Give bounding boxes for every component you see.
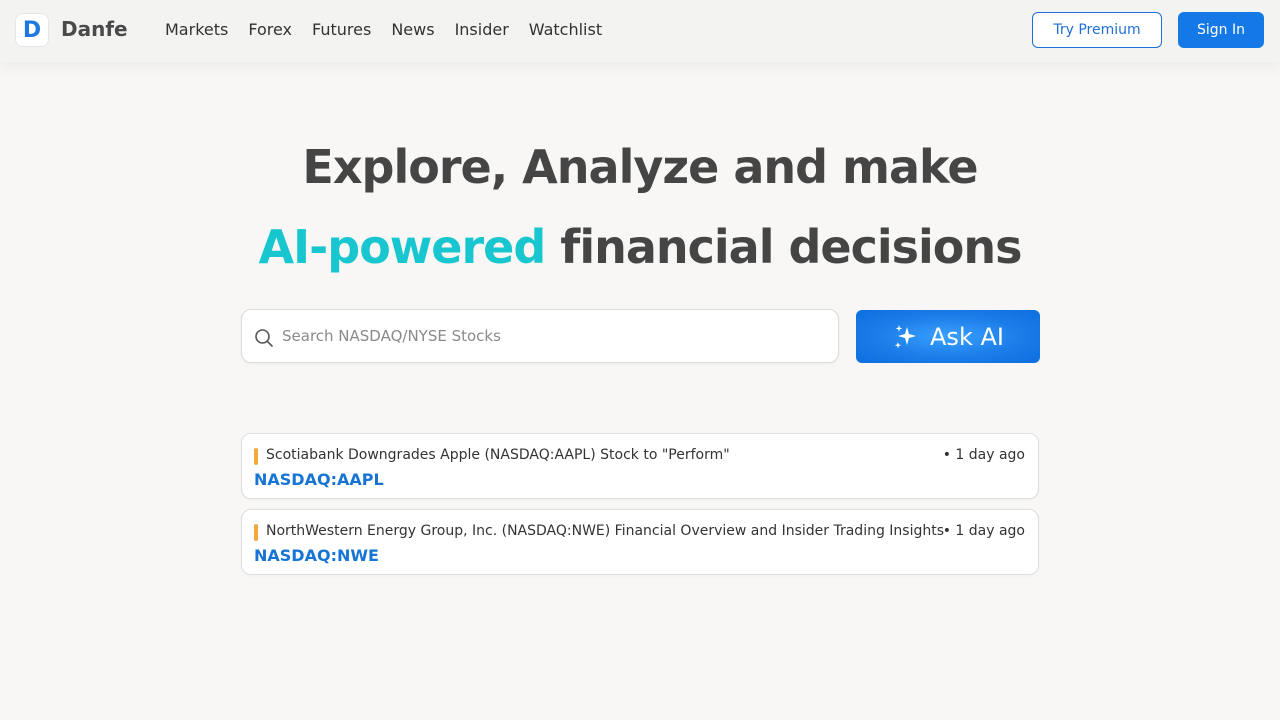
search-icon <box>254 328 274 348</box>
news-title[interactable]: NorthWestern Energy Group, Inc. (NASDAQ:… <box>266 523 944 539</box>
nav-item-insider[interactable]: Insider <box>455 20 509 39</box>
news-card[interactable]: NorthWestern Energy Group, Inc. (NASDAQ:… <box>241 509 1039 575</box>
brand-name[interactable]: Danfe <box>61 17 128 41</box>
ask-ai-label: Ask AI <box>930 322 1004 351</box>
main-nav: Markets Forex Futures News Insider Watch… <box>165 20 622 39</box>
news-time: • 1 day ago <box>942 523 1025 539</box>
search-input[interactable] <box>282 310 822 362</box>
nav-item-futures[interactable]: Futures <box>312 20 371 39</box>
news-ticker-link[interactable]: NASDAQ:AAPL <box>254 470 384 489</box>
try-premium-button[interactable]: Try Premium <box>1032 12 1162 48</box>
hero-heading-rest: financial decisions <box>545 220 1022 274</box>
news-marker <box>254 524 258 541</box>
top-header: D Danfe Markets Forex Futures News Insid… <box>0 0 1280 62</box>
hero-accent-text: AI-powered <box>258 220 546 274</box>
nav-item-watchlist[interactable]: Watchlist <box>529 20 602 39</box>
nav-item-forex[interactable]: Forex <box>248 20 292 39</box>
news-card[interactable]: Scotiabank Downgrades Apple (NASDAQ:AAPL… <box>241 433 1039 499</box>
sparkle-icon <box>892 323 920 351</box>
search-box <box>241 309 839 363</box>
nav-item-markets[interactable]: Markets <box>165 20 228 39</box>
news-title[interactable]: Scotiabank Downgrades Apple (NASDAQ:AAPL… <box>266 447 730 463</box>
nav-item-news[interactable]: News <box>391 20 434 39</box>
ask-ai-button[interactable]: Ask AI <box>856 310 1040 363</box>
news-marker <box>254 448 258 465</box>
logo-icon[interactable]: D <box>15 13 49 47</box>
sign-in-button[interactable]: Sign In <box>1178 12 1264 48</box>
news-time: • 1 day ago <box>942 447 1025 463</box>
news-ticker-link[interactable]: NASDAQ:NWE <box>254 546 379 565</box>
hero-heading-line1: Explore, Analyze and make <box>302 140 978 194</box>
hero-heading-line2: AI-powered financial decisions <box>0 220 1280 274</box>
